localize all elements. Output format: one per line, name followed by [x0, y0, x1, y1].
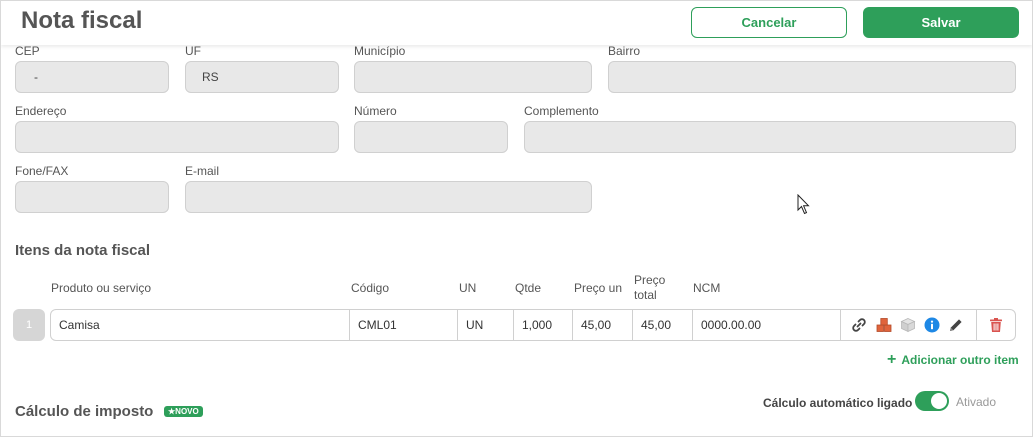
table-row: Camisa CML01 UN 1,000 45,00 45,00 0000.0… — [50, 309, 1016, 341]
numero-field[interactable] — [354, 121, 508, 153]
email-field[interactable] — [185, 181, 592, 213]
app-window: Nota fiscal Cancelar Salvar CEP - UF RS … — [0, 0, 1033, 437]
un-cell[interactable]: UN — [458, 310, 513, 340]
pencil-icon[interactable] — [948, 317, 964, 333]
ncm-cell[interactable]: 0000.00.00 — [693, 310, 840, 340]
bairro-field[interactable] — [608, 61, 1016, 93]
col-codigo-header: Código — [351, 281, 390, 295]
numero-label: Número — [354, 104, 397, 118]
tax-section-title: Cálculo de imposto — [15, 403, 154, 420]
endereco-label: Endereço — [15, 104, 67, 118]
cep-label: CEP — [15, 44, 40, 58]
new-badge-label: NOVO — [175, 407, 199, 416]
col-preco-total-line1: Preço — [634, 273, 666, 287]
complemento-field[interactable] — [524, 121, 1016, 153]
municipio-label: Município — [354, 44, 406, 58]
fone-field[interactable] — [15, 181, 169, 213]
cep-field[interactable]: - — [15, 61, 169, 93]
mouse-pointer-icon — [797, 194, 810, 215]
toggle-knob — [931, 393, 947, 409]
codigo-cell[interactable]: CML01 — [350, 310, 457, 340]
qtde-cell[interactable]: 1,000 — [514, 310, 572, 340]
produto-cell[interactable]: Camisa — [51, 310, 349, 340]
column-divider — [840, 310, 841, 340]
trash-icon[interactable] — [988, 317, 1004, 333]
col-preco-total-line2: total — [634, 288, 657, 302]
col-qtde-header: Qtde — [515, 281, 542, 295]
uf-field[interactable]: RS — [185, 61, 339, 93]
add-item-link[interactable]: + Adicionar outro item — [887, 351, 1019, 368]
auto-calc-label: Cálculo automático ligado — [763, 396, 913, 410]
preco-un-cell[interactable]: 45,00 — [573, 310, 632, 340]
save-button[interactable]: Salvar — [863, 7, 1019, 38]
municipio-field[interactable] — [354, 61, 592, 93]
endereco-field[interactable] — [15, 121, 339, 153]
info-icon[interactable] — [924, 317, 940, 333]
package-icon[interactable] — [900, 317, 916, 333]
email-label: E-mail — [185, 164, 220, 178]
auto-calc-state: Ativado — [956, 395, 997, 409]
col-ncm-header: NCM — [693, 281, 721, 295]
auto-calc-toggle[interactable] — [915, 391, 949, 411]
plus-icon: + — [887, 351, 897, 368]
col-preco-total-header: Preço total — [634, 273, 665, 303]
add-item-label: Adicionar outro item — [901, 353, 1019, 367]
complemento-label: Complemento — [524, 104, 599, 118]
link-icon[interactable] — [851, 317, 867, 333]
uf-label: UF — [185, 44, 201, 58]
col-produto-header: Produto ou serviço — [51, 281, 152, 295]
cancel-button[interactable]: Cancelar — [691, 7, 847, 38]
fone-label: Fone/FAX — [15, 164, 69, 178]
row-number: 1 — [13, 309, 45, 341]
col-un-header: UN — [459, 281, 477, 295]
boxes-icon[interactable] — [876, 317, 892, 333]
column-divider — [976, 310, 977, 340]
col-preco-un-header: Preço un — [574, 281, 623, 295]
page-title: Nota fiscal — [21, 7, 143, 34]
page-header: Nota fiscal Cancelar Salvar — [1, 1, 1032, 45]
items-section-title: Itens da nota fiscal — [15, 242, 151, 259]
preco-total-cell[interactable]: 45,00 — [633, 310, 692, 340]
bairro-label: Bairro — [608, 44, 641, 58]
new-badge: ★NOVO — [164, 406, 203, 417]
